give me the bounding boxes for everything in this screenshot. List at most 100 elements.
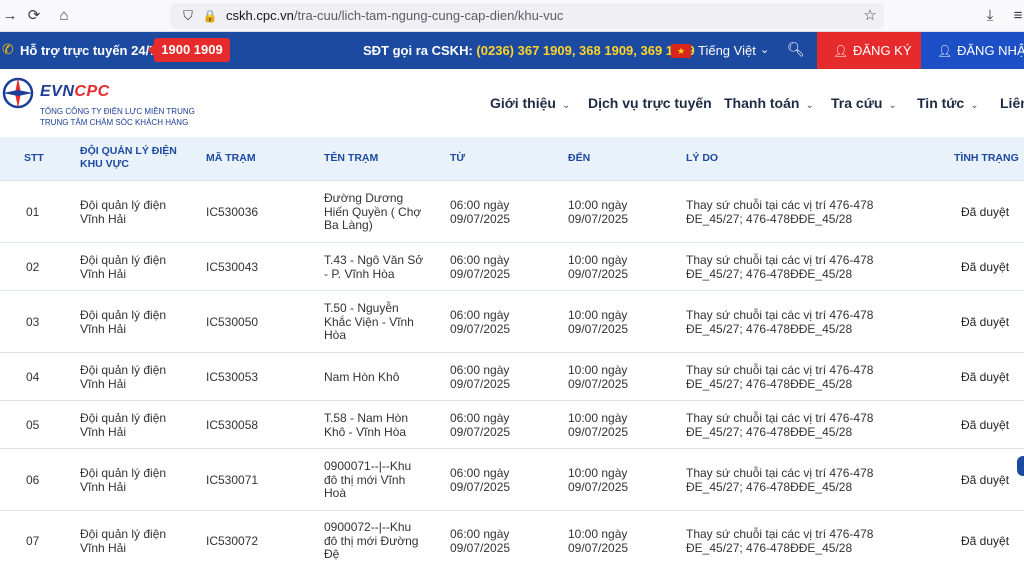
floating-chat-button[interactable] bbox=[1017, 456, 1024, 476]
vietnam-flag-icon: ★ bbox=[671, 44, 691, 58]
cell-tu: 06:00 ngày 09/07/2025 bbox=[450, 363, 511, 391]
cell-doi: Đội quản lý điện Vĩnh Hải bbox=[80, 253, 167, 281]
nav-tra-cuu[interactable]: Tra cứu ⌄ bbox=[831, 95, 897, 111]
support-label: Hỗ trợ trực tuyến 24/7: bbox=[20, 43, 161, 58]
cell-ly-do: Thay sứ chuỗi tại các vị trí 476-478 ĐE_… bbox=[686, 466, 874, 494]
cell-ly-do: Thay sứ chuỗi tại các vị trí 476-478 ĐE_… bbox=[686, 253, 874, 281]
cell-den: 10:00 ngày 09/07/2025 bbox=[568, 363, 629, 391]
cell-tu: 06:00 ngày 09/07/2025 bbox=[450, 253, 511, 281]
status-badge: Đã duyệt bbox=[961, 473, 1010, 487]
chevron-down-icon: ⌄ bbox=[760, 44, 770, 56]
user-icon: 👤︎ bbox=[937, 44, 953, 58]
cskh-phones: SĐT gọi ra CSKH: (0236) 367 1909, 368 19… bbox=[363, 43, 695, 58]
cell-stt: 06 bbox=[26, 473, 40, 487]
nav-lien-he[interactable]: Liên bbox=[1000, 95, 1024, 111]
cell-ma-tram: IC530058 bbox=[206, 418, 259, 432]
cell-ly-do: Thay sứ chuỗi tại các vị trí 476-478 ĐE_… bbox=[686, 308, 874, 336]
cell-ten-tram: T.43 - Ngô Văn Sở - P. Vĩnh Hòa bbox=[324, 253, 424, 281]
col-tinh-trang: TÌNH TRẠNG bbox=[954, 152, 1019, 164]
register-button[interactable]: 👤︎ ĐĂNG KÝ bbox=[817, 32, 921, 69]
cell-doi: Đội quản lý điện Vĩnh Hải bbox=[80, 363, 167, 391]
cell-doi: Đội quản lý điện Vĩnh Hải bbox=[80, 466, 167, 494]
cell-ly-do: Thay sứ chuỗi tại các vị trí 476-478 ĐE_… bbox=[686, 411, 874, 439]
logo-subtitle: TỔNG CÔNG TY ĐIỆN LỰC MIỀN TRUNG bbox=[40, 107, 195, 116]
cell-stt: 02 bbox=[26, 260, 40, 274]
cell-stt: 01 bbox=[26, 205, 40, 219]
cell-stt: 03 bbox=[26, 315, 40, 329]
status-badge: Đã duyệt bbox=[961, 315, 1010, 329]
nav-thanh-toan[interactable]: Thanh toán ⌄ bbox=[724, 95, 814, 111]
cell-den: 10:00 ngày 09/07/2025 bbox=[568, 411, 629, 439]
address-bar[interactable]: ⛉ 🔒 cskh.cpc.vn/tra-cuu/lich-tam-ngung-c… bbox=[170, 3, 884, 29]
col-ma-tram: MÃ TRẠM bbox=[206, 152, 256, 164]
table-row: 05 Đội quản lý điện Vĩnh Hải IC530058 T.… bbox=[0, 401, 1024, 449]
cell-ma-tram: IC530036 bbox=[206, 205, 259, 219]
logo-text[interactable]: EVNCPC bbox=[40, 83, 110, 101]
col-tu: TỪ bbox=[450, 152, 466, 164]
cell-stt: 05 bbox=[26, 418, 40, 432]
top-info-bar: ✆ Hỗ trợ trực tuyến 24/7: 1900 1909 SĐT … bbox=[0, 32, 1024, 69]
reload-icon[interactable]: ⟳ bbox=[24, 6, 44, 26]
logo-subtitle-2: TRUNG TÂM CHĂM SÓC KHÁCH HÀNG bbox=[40, 118, 189, 127]
cell-ly-do: Thay sứ chuỗi tại các vị trí 476-478 ĐE_… bbox=[686, 198, 874, 226]
phone-icon: ✆ bbox=[2, 41, 14, 57]
cell-den: 10:00 ngày 09/07/2025 bbox=[568, 198, 629, 226]
col-doi-quan-ly: ĐỘI QUẢN LÝ ĐIỆN KHU VỰC bbox=[80, 145, 177, 170]
chevron-down-icon: ⌄ bbox=[805, 100, 814, 111]
cell-den: 10:00 ngày 09/07/2025 bbox=[568, 253, 629, 281]
cell-doi: Đội quản lý điện Vĩnh Hải bbox=[80, 198, 167, 226]
nav-gioi-thieu[interactable]: Giới thiệu ⌄ bbox=[490, 95, 570, 111]
cell-den: 10:00 ngày 09/07/2025 bbox=[568, 308, 629, 336]
table-row: 01 Đội quản lý điện Vĩnh Hải IC530036 Đư… bbox=[0, 181, 1024, 243]
cell-den: 10:00 ngày 09/07/2025 bbox=[568, 466, 629, 494]
nav-dich-vu[interactable]: Dịch vụ trực tuyến bbox=[588, 95, 712, 111]
bookmark-star-icon[interactable]: ☆ bbox=[860, 6, 880, 26]
status-badge: Đã duyệt bbox=[961, 370, 1010, 384]
language-select[interactable]: Tiếng Việt bbox=[698, 43, 756, 58]
table-header: STT ĐỘI QUẢN LÝ ĐIỆN KHU VỰC MÃ TRẠM TÊN… bbox=[0, 137, 1024, 181]
col-ly-do: LÝ DO bbox=[686, 152, 719, 164]
cell-stt: 04 bbox=[26, 370, 40, 384]
search-icon[interactable]: 🔍︎ bbox=[787, 41, 805, 58]
table-row: 06 Đội quản lý điện Vĩnh Hải IC530071 09… bbox=[0, 449, 1024, 511]
col-stt: STT bbox=[24, 152, 44, 164]
cell-doi: Đội quản lý điện Vĩnh Hải bbox=[80, 527, 167, 555]
cell-ly-do: Thay sứ chuỗi tại các vị trí 476-478 ĐE_… bbox=[686, 363, 874, 391]
status-badge: Đã duyệt bbox=[961, 534, 1010, 548]
cell-doi: Đội quản lý điện Vĩnh Hải bbox=[80, 411, 167, 439]
lock-icon: 🔒 bbox=[202, 9, 218, 23]
back-icon[interactable]: → bbox=[0, 6, 20, 26]
status-badge: Đã duyệt bbox=[961, 205, 1010, 219]
cell-ma-tram: IC530072 bbox=[206, 534, 259, 548]
download-icon[interactable]: ⤓ bbox=[980, 6, 1000, 26]
status-badge: Đã duyệt bbox=[961, 418, 1010, 432]
evn-logo-icon[interactable] bbox=[2, 77, 34, 109]
chevron-down-icon: ⌄ bbox=[888, 100, 897, 111]
cell-ten-tram: 0900072--|--Khu đô thị mới Đường Đệ bbox=[324, 520, 419, 561]
cell-ma-tram: IC530053 bbox=[206, 370, 259, 384]
cell-ma-tram: IC530071 bbox=[206, 473, 259, 487]
cell-ten-tram: 0900071--|--Khu đô thị mới Vĩnh Hoà bbox=[324, 459, 412, 500]
table-row: 03 Đội quản lý điện Vĩnh Hải IC530050 T.… bbox=[0, 291, 1024, 353]
cell-tu: 06:00 ngày 09/07/2025 bbox=[450, 198, 511, 226]
cell-stt: 07 bbox=[26, 534, 40, 548]
cell-doi: Đội quản lý điện Vĩnh Hải bbox=[80, 308, 167, 336]
main-nav: EVNCPC TỔNG CÔNG TY ĐIỆN LỰC MIỀN TRUNG … bbox=[0, 69, 1024, 137]
home-icon[interactable]: ⌂ bbox=[54, 6, 74, 26]
cell-tu: 06:00 ngày 09/07/2025 bbox=[450, 411, 511, 439]
cell-ten-tram: T.58 - Nam Hòn Khô - Vĩnh Hòa bbox=[324, 411, 409, 439]
status-badge: Đã duyệt bbox=[961, 260, 1010, 274]
hotline-button[interactable]: 1900 1909 bbox=[148, 38, 230, 62]
cell-ten-tram: Nam Hòn Khô bbox=[324, 370, 400, 384]
cell-ten-tram: T.50 - Nguyễn Khắc Viện - Vĩnh Hòa bbox=[324, 301, 414, 342]
login-button[interactable]: 👤︎ĐĂNG NHẬP bbox=[921, 32, 1024, 69]
nav-tin-tuc[interactable]: Tin tức ⌄ bbox=[917, 95, 979, 111]
user-icon: 👤︎ bbox=[833, 44, 849, 58]
menu-icon[interactable]: ≡ bbox=[1008, 6, 1024, 26]
cell-ma-tram: IC530050 bbox=[206, 315, 259, 329]
cell-ma-tram: IC530043 bbox=[206, 260, 259, 274]
col-den: ĐẾN bbox=[568, 152, 591, 164]
url-text: cskh.cpc.vn/tra-cuu/lich-tam-ngung-cung-… bbox=[226, 8, 564, 23]
shield-icon: ⛉ bbox=[183, 8, 193, 23]
cell-tu: 06:00 ngày 09/07/2025 bbox=[450, 308, 511, 336]
